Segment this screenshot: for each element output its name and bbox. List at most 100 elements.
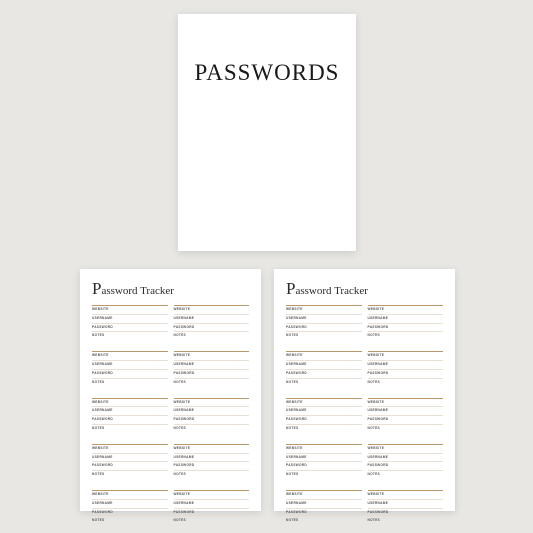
entry-notes: NOTES [368, 379, 444, 395]
entry-username: USERNAME [174, 315, 250, 324]
entry-notes: NOTES [92, 379, 168, 395]
entry-password: PASSWORD [286, 370, 362, 379]
entries-grid-left: WEBSITEUSERNAMEPASSWORDNOTESWEBSITEUSERN… [92, 305, 249, 533]
entry-notes: NOTES [174, 471, 250, 487]
entry-password: PASSWORD [286, 416, 362, 425]
entry-username: USERNAME [174, 454, 250, 463]
title-rest: assword Tracker [101, 285, 173, 297]
entry-password: PASSWORD [174, 416, 250, 425]
entry-password: PASSWORD [92, 324, 168, 333]
entry-website: WEBSITE [92, 445, 168, 454]
entry-notes: NOTES [368, 425, 444, 441]
entry-notes: NOTES [286, 471, 362, 487]
entry-username: USERNAME [92, 500, 168, 509]
entry-website: WEBSITE [174, 352, 250, 361]
entry-password: PASSWORD [92, 416, 168, 425]
entry-website: WEBSITE [92, 352, 168, 361]
password-entry: WEBSITEUSERNAMEPASSWORDNOTES [92, 490, 168, 533]
entry-notes: NOTES [368, 332, 444, 348]
password-entry: WEBSITEUSERNAMEPASSWORDNOTES [286, 351, 362, 394]
entry-website: WEBSITE [286, 306, 362, 315]
entry-username: USERNAME [286, 361, 362, 370]
entry-website: WEBSITE [368, 352, 444, 361]
entry-website: WEBSITE [92, 306, 168, 315]
password-entry: WEBSITEUSERNAMEPASSWORDNOTES [286, 444, 362, 487]
entry-username: USERNAME [92, 407, 168, 416]
password-entry: WEBSITEUSERNAMEPASSWORDNOTES [174, 351, 250, 394]
entry-website: WEBSITE [286, 445, 362, 454]
entry-password: PASSWORD [92, 509, 168, 518]
password-entry: WEBSITEUSERNAMEPASSWORDNOTES [92, 305, 168, 348]
tracker-page-left: Password Tracker WEBSITEUSERNAMEPASSWORD… [80, 269, 261, 511]
cover-page: PASSWORDS [178, 14, 356, 251]
entry-username: USERNAME [368, 500, 444, 509]
entry-website: WEBSITE [286, 352, 362, 361]
entry-website: WEBSITE [286, 491, 362, 500]
entry-website: WEBSITE [174, 399, 250, 408]
password-entry: WEBSITEUSERNAMEPASSWORDNOTES [92, 398, 168, 441]
password-entry: WEBSITEUSERNAMEPASSWORDNOTES [286, 398, 362, 441]
entry-username: USERNAME [92, 315, 168, 324]
entry-website: WEBSITE [92, 399, 168, 408]
password-entry: WEBSITEUSERNAMEPASSWORDNOTES [174, 444, 250, 487]
entry-password: PASSWORD [286, 509, 362, 518]
entry-notes: NOTES [174, 332, 250, 348]
entry-notes: NOTES [92, 425, 168, 441]
password-entry: WEBSITEUSERNAMEPASSWORDNOTES [286, 490, 362, 533]
entry-password: PASSWORD [174, 324, 250, 333]
entry-website: WEBSITE [368, 399, 444, 408]
entry-website: WEBSITE [174, 445, 250, 454]
entry-username: USERNAME [92, 454, 168, 463]
entry-website: WEBSITE [368, 306, 444, 315]
entry-username: USERNAME [174, 361, 250, 370]
title-rest: assword Tracker [295, 285, 367, 297]
entry-password: PASSWORD [174, 462, 250, 471]
entry-notes: NOTES [174, 425, 250, 441]
entry-password: PASSWORD [174, 370, 250, 379]
entry-username: USERNAME [286, 454, 362, 463]
entry-username: USERNAME [368, 361, 444, 370]
cover-title: PASSWORDS [195, 60, 340, 86]
entries-grid-right: WEBSITEUSERNAMEPASSWORDNOTESWEBSITEUSERN… [286, 305, 443, 533]
password-entry: WEBSITEUSERNAMEPASSWORDNOTES [174, 398, 250, 441]
entry-password: PASSWORD [92, 462, 168, 471]
entry-password: PASSWORD [368, 462, 444, 471]
password-entry: WEBSITEUSERNAMEPASSWORDNOTES [92, 444, 168, 487]
tracker-title: Password Tracker [286, 279, 443, 299]
entry-notes: NOTES [286, 332, 362, 348]
entry-password: PASSWORD [368, 370, 444, 379]
entry-website: WEBSITE [286, 399, 362, 408]
tracker-title: Password Tracker [92, 279, 249, 299]
password-entry: WEBSITEUSERNAMEPASSWORDNOTES [286, 305, 362, 348]
entry-username: USERNAME [286, 407, 362, 416]
entry-notes: NOTES [92, 332, 168, 348]
entry-notes: NOTES [92, 471, 168, 487]
password-entry: WEBSITEUSERNAMEPASSWORDNOTES [174, 305, 250, 348]
password-entry: WEBSITEUSERNAMEPASSWORDNOTES [368, 490, 444, 533]
entry-notes: NOTES [368, 471, 444, 487]
entry-password: PASSWORD [286, 324, 362, 333]
entry-website: WEBSITE [174, 306, 250, 315]
password-entry: WEBSITEUSERNAMEPASSWORDNOTES [368, 305, 444, 348]
password-entry: WEBSITEUSERNAMEPASSWORDNOTES [368, 444, 444, 487]
entry-username: USERNAME [174, 407, 250, 416]
entry-username: USERNAME [286, 315, 362, 324]
entry-password: PASSWORD [368, 509, 444, 518]
entry-username: USERNAME [286, 500, 362, 509]
password-entry: WEBSITEUSERNAMEPASSWORDNOTES [368, 351, 444, 394]
entry-website: WEBSITE [174, 491, 250, 500]
entry-password: PASSWORD [174, 509, 250, 518]
entry-username: USERNAME [174, 500, 250, 509]
entry-username: USERNAME [368, 454, 444, 463]
entry-notes: NOTES [174, 379, 250, 395]
entry-notes: NOTES [174, 517, 250, 533]
password-entry: WEBSITEUSERNAMEPASSWORDNOTES [368, 398, 444, 441]
entry-username: USERNAME [368, 407, 444, 416]
entry-website: WEBSITE [368, 445, 444, 454]
entry-notes: NOTES [368, 517, 444, 533]
tracker-page-right: Password Tracker WEBSITEUSERNAMEPASSWORD… [274, 269, 455, 511]
entry-username: USERNAME [368, 315, 444, 324]
entry-notes: NOTES [286, 425, 362, 441]
password-entry: WEBSITEUSERNAMEPASSWORDNOTES [92, 351, 168, 394]
entry-password: PASSWORD [368, 416, 444, 425]
